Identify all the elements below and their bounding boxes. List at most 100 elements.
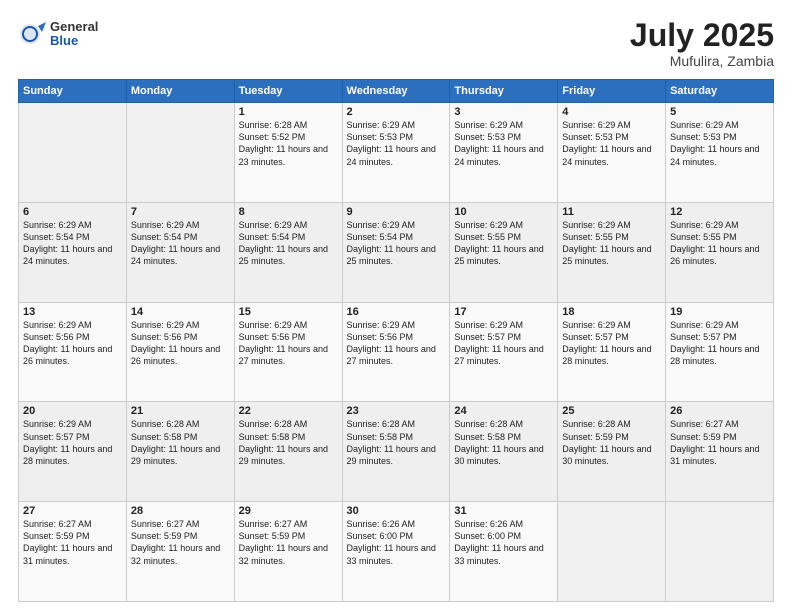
calendar-cell: 23Sunrise: 6:28 AM Sunset: 5:58 PM Dayli…	[342, 402, 450, 502]
day-number: 15	[239, 306, 338, 318]
day-number: 18	[562, 306, 661, 318]
day-info: Sunrise: 6:29 AM Sunset: 5:55 PM Dayligh…	[454, 219, 553, 268]
calendar-cell: 17Sunrise: 6:29 AM Sunset: 5:57 PM Dayli…	[450, 302, 558, 402]
page: General Blue July 2025 Mufulira, Zambia …	[0, 0, 792, 612]
day-info: Sunrise: 6:29 AM Sunset: 5:53 PM Dayligh…	[347, 119, 446, 168]
day-info: Sunrise: 6:28 AM Sunset: 5:58 PM Dayligh…	[347, 418, 446, 467]
calendar-cell: 12Sunrise: 6:29 AM Sunset: 5:55 PM Dayli…	[666, 202, 774, 302]
calendar-cell: 30Sunrise: 6:26 AM Sunset: 6:00 PM Dayli…	[342, 502, 450, 602]
header-day: Monday	[126, 80, 234, 103]
day-number: 13	[23, 306, 122, 318]
day-info: Sunrise: 6:29 AM Sunset: 5:54 PM Dayligh…	[23, 219, 122, 268]
day-number: 20	[23, 405, 122, 417]
calendar-cell: 3Sunrise: 6:29 AM Sunset: 5:53 PM Daylig…	[450, 103, 558, 203]
day-info: Sunrise: 6:29 AM Sunset: 5:53 PM Dayligh…	[454, 119, 553, 168]
calendar-week-row: 6Sunrise: 6:29 AM Sunset: 5:54 PM Daylig…	[19, 202, 774, 302]
calendar-cell: 16Sunrise: 6:29 AM Sunset: 5:56 PM Dayli…	[342, 302, 450, 402]
day-info: Sunrise: 6:27 AM Sunset: 5:59 PM Dayligh…	[670, 418, 769, 467]
calendar-cell: 9Sunrise: 6:29 AM Sunset: 5:54 PM Daylig…	[342, 202, 450, 302]
day-number: 6	[23, 206, 122, 218]
calendar-title: July 2025	[630, 18, 774, 53]
calendar-location: Mufulira, Zambia	[630, 53, 774, 69]
day-number: 28	[131, 505, 230, 517]
calendar-cell: 20Sunrise: 6:29 AM Sunset: 5:57 PM Dayli…	[19, 402, 127, 502]
day-info: Sunrise: 6:29 AM Sunset: 5:54 PM Dayligh…	[347, 219, 446, 268]
day-number: 29	[239, 505, 338, 517]
calendar-cell: 6Sunrise: 6:29 AM Sunset: 5:54 PM Daylig…	[19, 202, 127, 302]
day-number: 24	[454, 405, 553, 417]
day-number: 25	[562, 405, 661, 417]
header-day: Thursday	[450, 80, 558, 103]
day-number: 23	[347, 405, 446, 417]
day-number: 27	[23, 505, 122, 517]
calendar-cell: 1Sunrise: 6:28 AM Sunset: 5:52 PM Daylig…	[234, 103, 342, 203]
header-day: Saturday	[666, 80, 774, 103]
day-info: Sunrise: 6:27 AM Sunset: 5:59 PM Dayligh…	[23, 518, 122, 567]
day-number: 31	[454, 505, 553, 517]
day-info: Sunrise: 6:28 AM Sunset: 5:52 PM Dayligh…	[239, 119, 338, 168]
header-day: Friday	[558, 80, 666, 103]
day-info: Sunrise: 6:27 AM Sunset: 5:59 PM Dayligh…	[131, 518, 230, 567]
calendar-cell	[19, 103, 127, 203]
title-block: July 2025 Mufulira, Zambia	[630, 18, 774, 69]
logo-icon	[18, 18, 50, 50]
day-info: Sunrise: 6:28 AM Sunset: 5:58 PM Dayligh…	[239, 418, 338, 467]
day-number: 4	[562, 106, 661, 118]
day-info: Sunrise: 6:28 AM Sunset: 5:59 PM Dayligh…	[562, 418, 661, 467]
logo-blue-text: Blue	[50, 34, 98, 48]
day-info: Sunrise: 6:29 AM Sunset: 5:57 PM Dayligh…	[23, 418, 122, 467]
day-info: Sunrise: 6:26 AM Sunset: 6:00 PM Dayligh…	[454, 518, 553, 567]
calendar-week-row: 27Sunrise: 6:27 AM Sunset: 5:59 PM Dayli…	[19, 502, 774, 602]
day-number: 2	[347, 106, 446, 118]
calendar-cell: 18Sunrise: 6:29 AM Sunset: 5:57 PM Dayli…	[558, 302, 666, 402]
day-number: 19	[670, 306, 769, 318]
header-day: Sunday	[19, 80, 127, 103]
calendar-cell	[666, 502, 774, 602]
day-number: 10	[454, 206, 553, 218]
day-number: 8	[239, 206, 338, 218]
calendar-cell: 14Sunrise: 6:29 AM Sunset: 5:56 PM Dayli…	[126, 302, 234, 402]
day-info: Sunrise: 6:29 AM Sunset: 5:55 PM Dayligh…	[562, 219, 661, 268]
day-info: Sunrise: 6:29 AM Sunset: 5:56 PM Dayligh…	[23, 319, 122, 368]
day-number: 7	[131, 206, 230, 218]
day-number: 22	[239, 405, 338, 417]
day-info: Sunrise: 6:29 AM Sunset: 5:56 PM Dayligh…	[131, 319, 230, 368]
calendar-cell: 5Sunrise: 6:29 AM Sunset: 5:53 PM Daylig…	[666, 103, 774, 203]
calendar-cell	[558, 502, 666, 602]
day-info: Sunrise: 6:29 AM Sunset: 5:57 PM Dayligh…	[670, 319, 769, 368]
calendar-cell: 2Sunrise: 6:29 AM Sunset: 5:53 PM Daylig…	[342, 103, 450, 203]
logo: General Blue	[18, 18, 98, 50]
calendar-cell: 22Sunrise: 6:28 AM Sunset: 5:58 PM Dayli…	[234, 402, 342, 502]
calendar-cell: 15Sunrise: 6:29 AM Sunset: 5:56 PM Dayli…	[234, 302, 342, 402]
calendar-cell	[126, 103, 234, 203]
header-row: SundayMondayTuesdayWednesdayThursdayFrid…	[19, 80, 774, 103]
day-number: 1	[239, 106, 338, 118]
day-number: 17	[454, 306, 553, 318]
calendar-week-row: 13Sunrise: 6:29 AM Sunset: 5:56 PM Dayli…	[19, 302, 774, 402]
day-number: 5	[670, 106, 769, 118]
calendar-cell: 25Sunrise: 6:28 AM Sunset: 5:59 PM Dayli…	[558, 402, 666, 502]
calendar-cell: 26Sunrise: 6:27 AM Sunset: 5:59 PM Dayli…	[666, 402, 774, 502]
day-info: Sunrise: 6:29 AM Sunset: 5:53 PM Dayligh…	[670, 119, 769, 168]
calendar-cell: 27Sunrise: 6:27 AM Sunset: 5:59 PM Dayli…	[19, 502, 127, 602]
calendar-cell: 31Sunrise: 6:26 AM Sunset: 6:00 PM Dayli…	[450, 502, 558, 602]
day-number: 16	[347, 306, 446, 318]
header-day: Tuesday	[234, 80, 342, 103]
day-number: 12	[670, 206, 769, 218]
day-number: 14	[131, 306, 230, 318]
calendar-cell: 10Sunrise: 6:29 AM Sunset: 5:55 PM Dayli…	[450, 202, 558, 302]
day-number: 9	[347, 206, 446, 218]
day-number: 11	[562, 206, 661, 218]
day-info: Sunrise: 6:29 AM Sunset: 5:57 PM Dayligh…	[562, 319, 661, 368]
day-info: Sunrise: 6:29 AM Sunset: 5:55 PM Dayligh…	[670, 219, 769, 268]
day-info: Sunrise: 6:28 AM Sunset: 5:58 PM Dayligh…	[454, 418, 553, 467]
day-number: 26	[670, 405, 769, 417]
day-info: Sunrise: 6:27 AM Sunset: 5:59 PM Dayligh…	[239, 518, 338, 567]
day-info: Sunrise: 6:29 AM Sunset: 5:56 PM Dayligh…	[347, 319, 446, 368]
logo-general-text: General	[50, 20, 98, 34]
calendar-cell: 4Sunrise: 6:29 AM Sunset: 5:53 PM Daylig…	[558, 103, 666, 203]
day-number: 30	[347, 505, 446, 517]
calendar-cell: 19Sunrise: 6:29 AM Sunset: 5:57 PM Dayli…	[666, 302, 774, 402]
calendar-cell: 29Sunrise: 6:27 AM Sunset: 5:59 PM Dayli…	[234, 502, 342, 602]
day-info: Sunrise: 6:29 AM Sunset: 5:53 PM Dayligh…	[562, 119, 661, 168]
